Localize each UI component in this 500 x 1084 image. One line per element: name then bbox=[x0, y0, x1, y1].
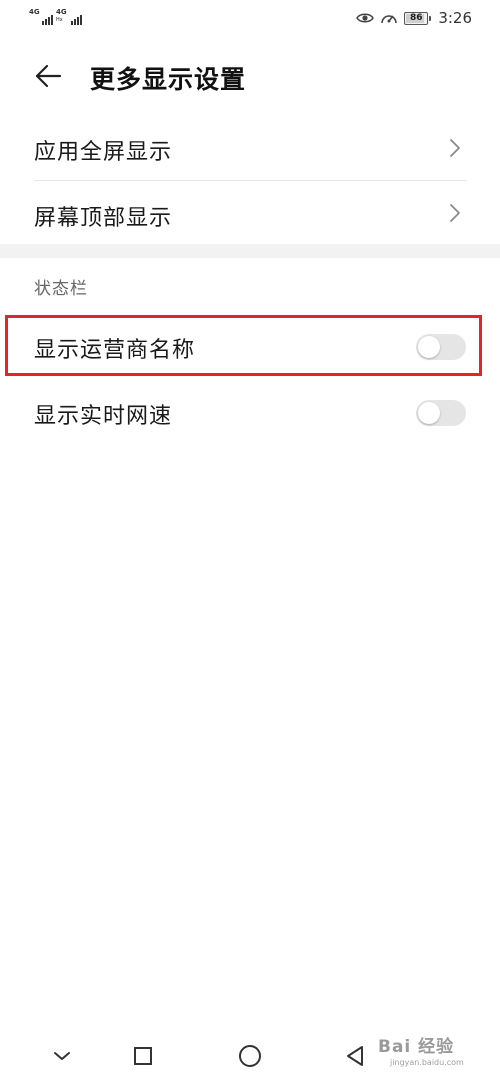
status-right-group: 86 3:26 bbox=[356, 8, 472, 28]
square-icon bbox=[134, 1047, 152, 1065]
row-divider bbox=[34, 180, 467, 181]
battery-level: 86 bbox=[410, 12, 423, 23]
chevron-right-icon bbox=[450, 204, 460, 222]
fullscreen-apps-item[interactable]: 应用全屏显示 bbox=[0, 118, 500, 180]
nav-recents-button[interactable] bbox=[125, 1040, 161, 1072]
status-time: 3:26 bbox=[438, 9, 472, 27]
highlight-annotation-box bbox=[5, 315, 482, 376]
status-bar: 4G 4G Hx 86 3:26 bbox=[0, 0, 500, 36]
back-button[interactable] bbox=[28, 58, 68, 94]
sim2-signal-icon: 4G Hx bbox=[56, 9, 82, 25]
watermark-url: jingyan.baidu.com bbox=[390, 1058, 464, 1067]
triangle-back-icon bbox=[347, 1046, 363, 1066]
battery-icon: 86 bbox=[404, 11, 432, 25]
sim2-network-label: 4G bbox=[56, 8, 67, 16]
sim1-signal-icon: 4G bbox=[29, 9, 53, 25]
screen-top-display-item[interactable]: 屏幕顶部显示 bbox=[0, 182, 500, 244]
phone-screen: 4G 4G Hx 86 3:26 更多显示设置 应用全屏显示 屏幕顶部显示 状态… bbox=[0, 0, 500, 1084]
nav-back-button[interactable] bbox=[337, 1040, 373, 1072]
chevron-right-icon bbox=[450, 139, 460, 157]
baidu-watermark: Bai 经验 jingyan.baidu.com bbox=[378, 1028, 494, 1072]
chevron-down-icon bbox=[54, 1052, 70, 1060]
nav-home-button[interactable] bbox=[232, 1040, 268, 1072]
speed-gauge-icon bbox=[381, 15, 398, 24]
show-network-speed-toggle[interactable] bbox=[416, 400, 466, 426]
show-network-speed-row: 显示实时网速 bbox=[0, 382, 500, 444]
back-arrow-icon bbox=[35, 64, 62, 88]
show-network-speed-label: 显示实时网速 bbox=[34, 404, 173, 429]
fullscreen-apps-label: 应用全屏显示 bbox=[34, 140, 173, 165]
screen-top-display-label: 屏幕顶部显示 bbox=[34, 206, 173, 231]
sim1-network-label: 4G bbox=[29, 8, 40, 16]
app-header: 更多显示设置 bbox=[0, 48, 500, 104]
watermark-text: Bai 经验 bbox=[378, 1037, 455, 1057]
toggle-knob bbox=[418, 402, 440, 424]
section-separator bbox=[0, 244, 500, 258]
nav-collapse-button[interactable] bbox=[44, 1040, 80, 1072]
eye-icon bbox=[356, 13, 375, 23]
status-bar-section-title: 状态栏 bbox=[34, 279, 88, 299]
page-title: 更多显示设置 bbox=[90, 65, 247, 94]
sim2-sub-label: Hx bbox=[56, 17, 63, 23]
circle-icon bbox=[239, 1045, 261, 1067]
